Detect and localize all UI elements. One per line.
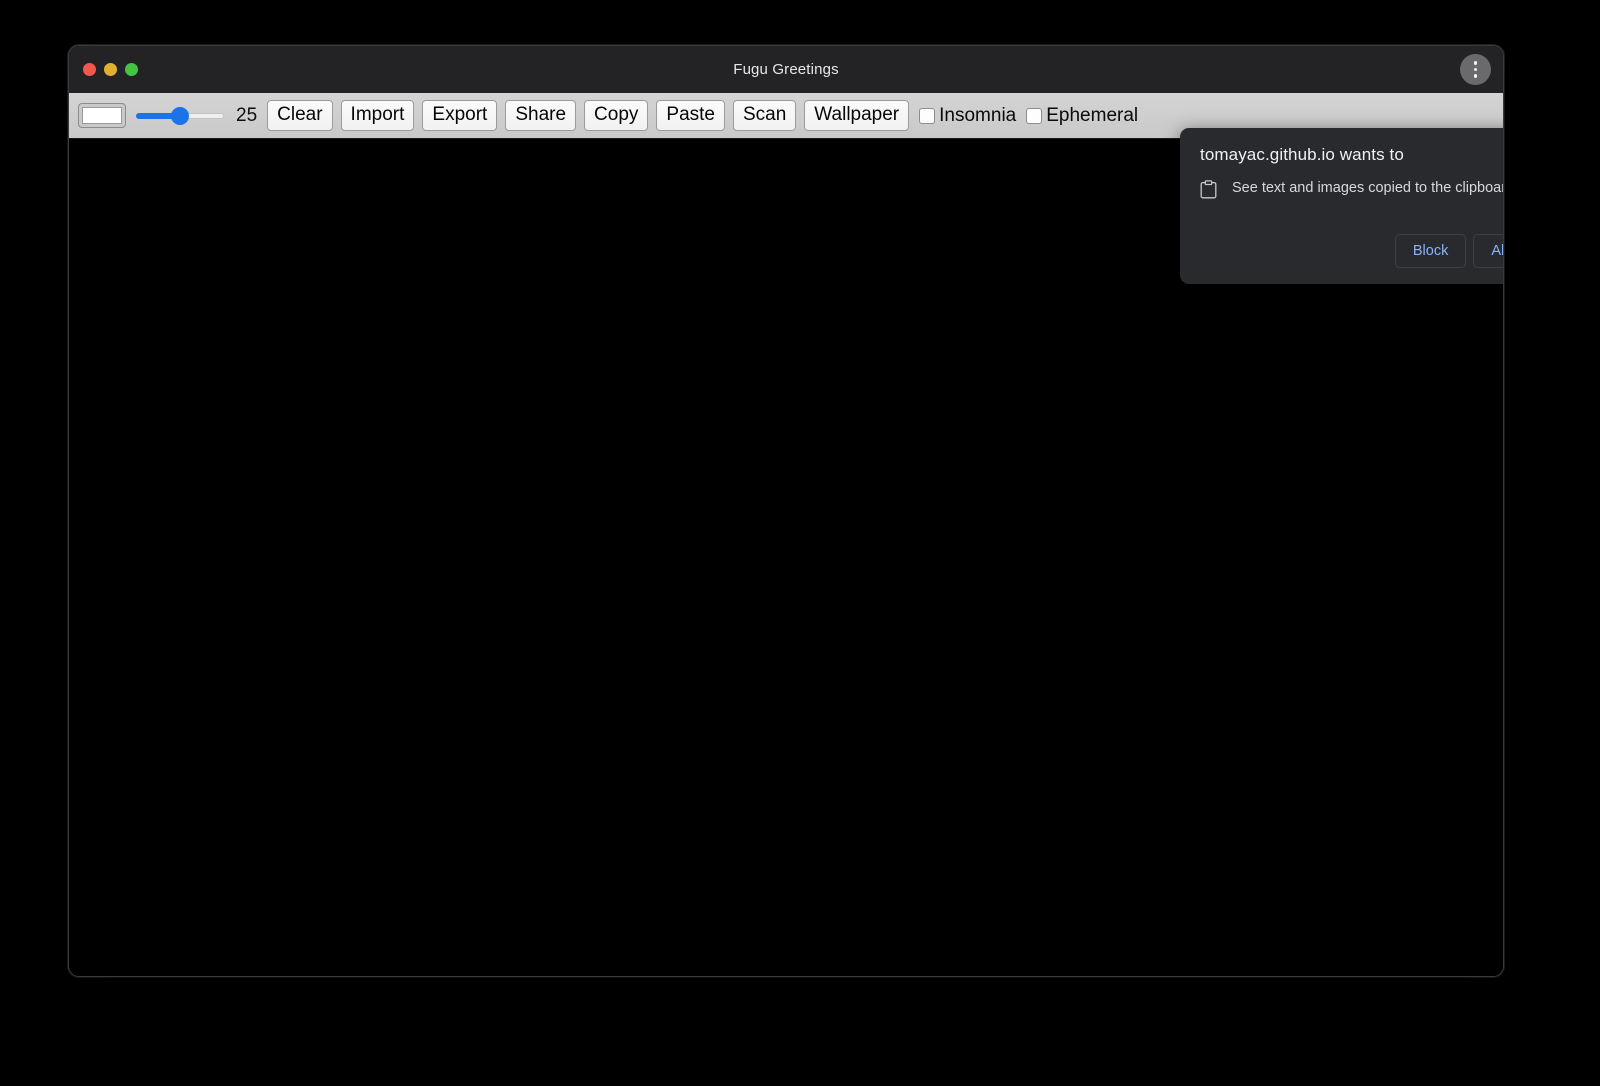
- minimize-window-button[interactable]: [104, 63, 117, 76]
- window-titlebar: Fugu Greetings: [69, 46, 1503, 93]
- line-thickness-value: 25: [236, 105, 257, 127]
- wallpaper-button[interactable]: Wallpaper: [804, 100, 909, 131]
- color-picker-input[interactable]: [78, 103, 126, 128]
- import-button[interactable]: Import: [341, 100, 415, 131]
- permission-dialog-detail: See text and images copied to the clipbo…: [1232, 179, 1504, 197]
- permission-dialog-actions: Block Allow: [1395, 234, 1504, 268]
- window-title: Fugu Greetings: [69, 61, 1503, 78]
- scan-button[interactable]: Scan: [733, 100, 796, 131]
- clear-button[interactable]: Clear: [267, 100, 332, 131]
- share-button[interactable]: Share: [505, 100, 576, 131]
- clipboard-icon: [1200, 180, 1217, 199]
- block-button[interactable]: Block: [1395, 234, 1466, 268]
- menu-dot: [1474, 68, 1478, 72]
- slider-thumb[interactable]: [171, 107, 189, 125]
- insomnia-checkbox-label: Insomnia: [939, 105, 1016, 127]
- menu-dot: [1474, 61, 1478, 65]
- traffic-lights: [83, 46, 138, 93]
- maximize-window-button[interactable]: [125, 63, 138, 76]
- permission-dialog-title: tomayac.github.io wants to: [1200, 145, 1504, 165]
- insomnia-checkbox[interactable]: Insomnia: [919, 105, 1016, 127]
- ephemeral-checkbox[interactable]: Ephemeral: [1026, 105, 1138, 127]
- line-thickness-slider[interactable]: [136, 107, 224, 125]
- export-button[interactable]: Export: [422, 100, 497, 131]
- ephemeral-checkbox-box[interactable]: [1026, 108, 1042, 124]
- desktop-background: Fugu Greetings 25 Clear Import Export Sh…: [0, 0, 1600, 1086]
- copy-button[interactable]: Copy: [584, 100, 648, 131]
- allow-button[interactable]: Allow: [1473, 234, 1504, 268]
- color-swatch: [82, 107, 122, 124]
- insomnia-checkbox-box[interactable]: [919, 108, 935, 124]
- three-dot-vertical-icon[interactable]: [1460, 54, 1491, 85]
- clipboard-permission-dialog: ✕ tomayac.github.io wants to See text an…: [1180, 128, 1504, 284]
- browser-window: Fugu Greetings 25 Clear Import Export Sh…: [68, 45, 1504, 977]
- close-window-button[interactable]: [83, 63, 96, 76]
- permission-detail-row: See text and images copied to the clipbo…: [1200, 179, 1504, 199]
- menu-dot: [1474, 74, 1478, 78]
- ephemeral-checkbox-label: Ephemeral: [1046, 105, 1138, 127]
- paste-button[interactable]: Paste: [656, 100, 725, 131]
